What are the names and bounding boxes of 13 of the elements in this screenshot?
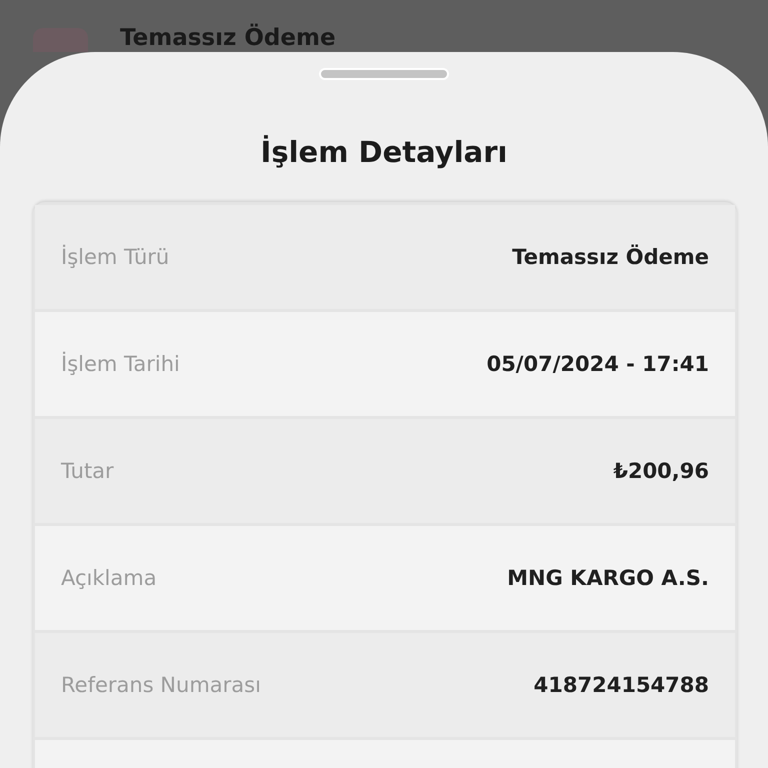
detail-value: ₺200,96: [613, 459, 709, 483]
sheet-title: İşlem Detayları: [260, 134, 508, 171]
detail-label: Referans Numarası: [61, 673, 261, 697]
detail-label: İşlem Türü: [61, 245, 170, 269]
detail-value: 418724154788: [534, 673, 709, 697]
detail-label: Tutar: [61, 459, 114, 483]
detail-label: İşlem Tarihi: [61, 352, 180, 376]
detail-value: 05/07/2024 - 17:41: [486, 352, 709, 376]
drag-handle[interactable]: [319, 68, 449, 80]
transaction-title: Temassız Ödeme: [120, 25, 336, 51]
detail-value: Temassız Ödeme: [512, 245, 709, 269]
detail-label: Açıklama: [61, 566, 157, 590]
detail-value: MNG KARGO A.S.: [507, 566, 709, 590]
